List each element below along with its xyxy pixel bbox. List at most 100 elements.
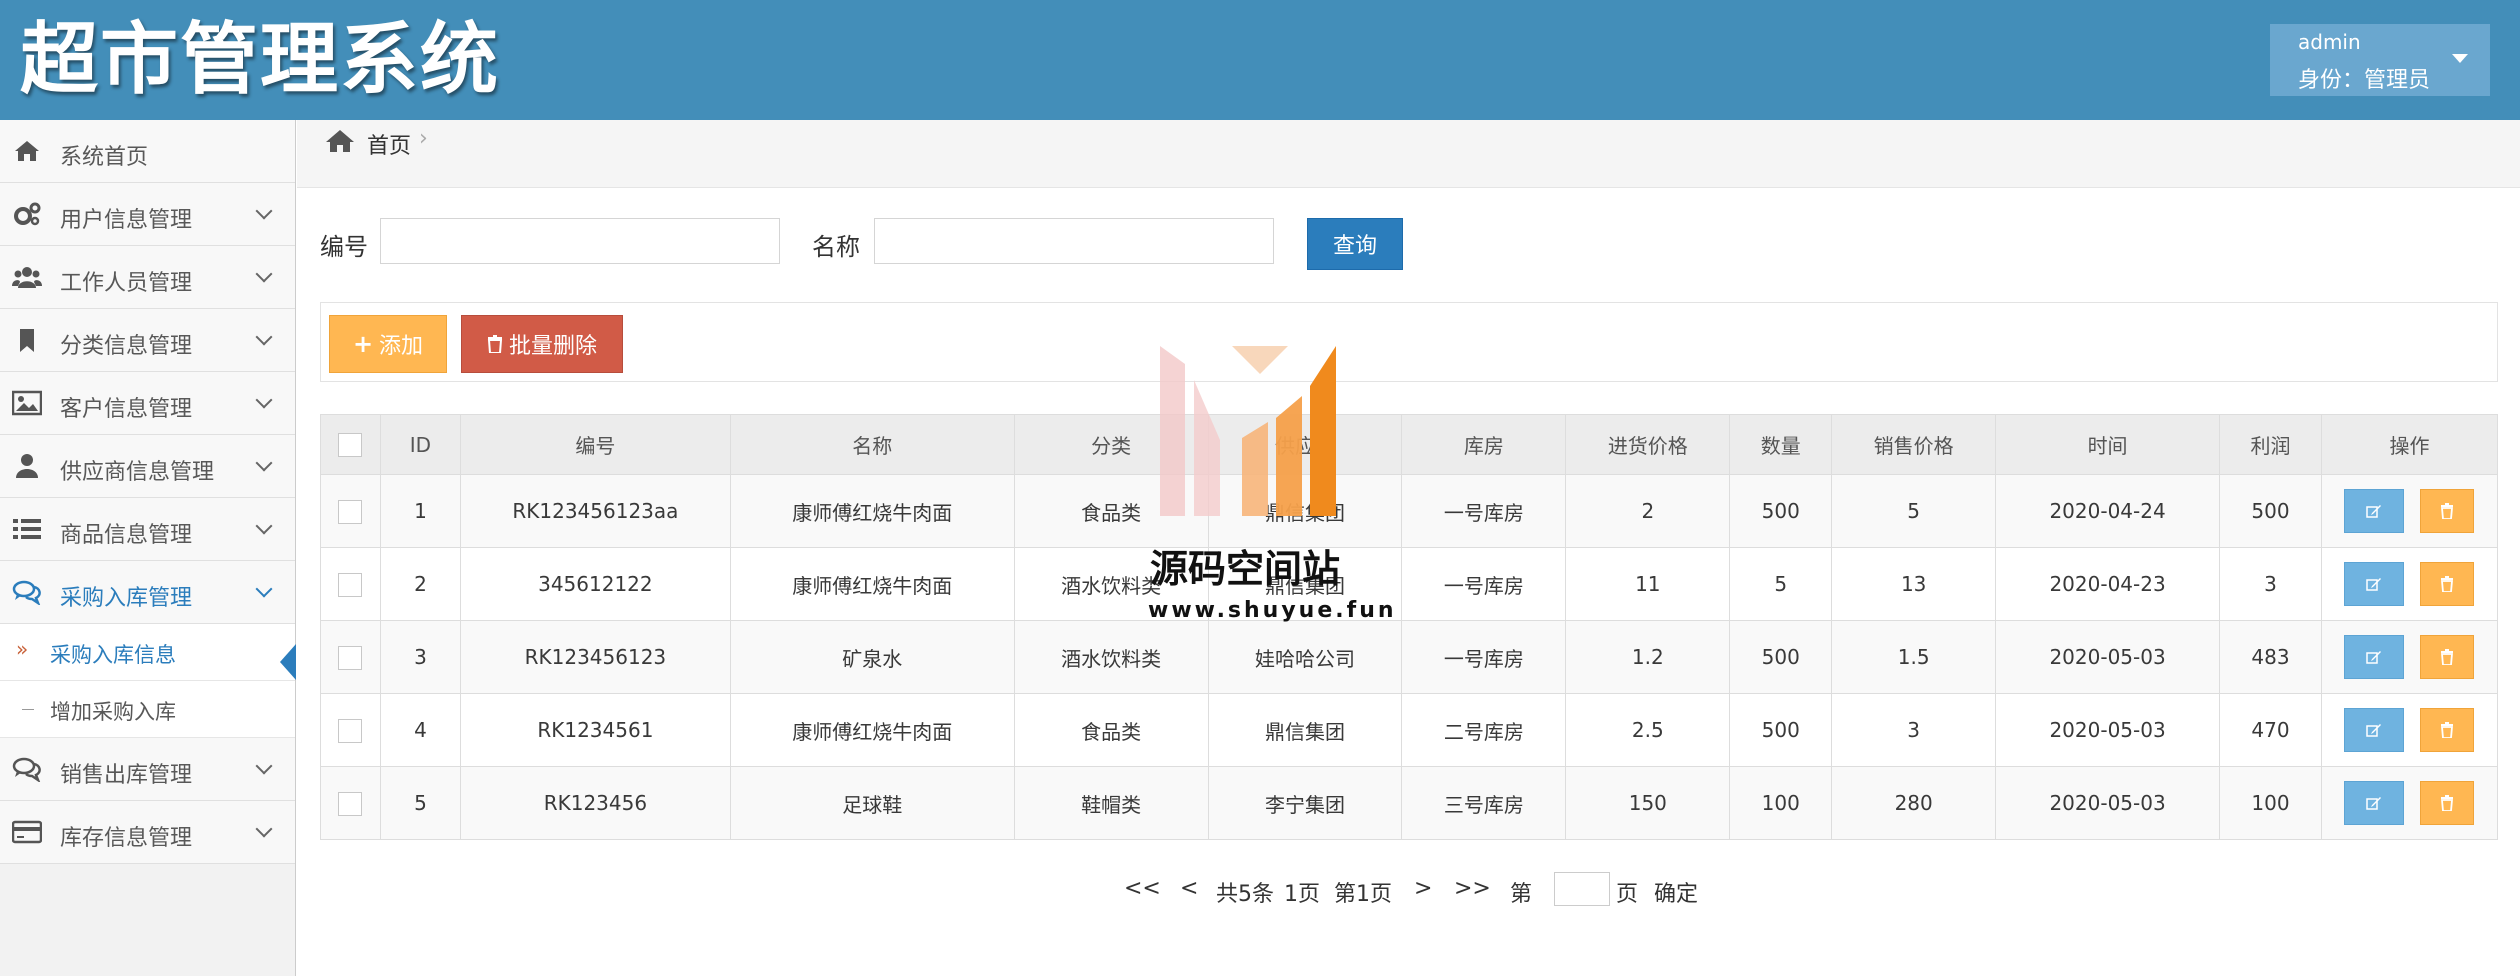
cell-code: 345612122 <box>459 547 731 621</box>
table-row: 2 345612122 康师傅红烧牛肉面 酒水饮料类 鼎信集团 一号库房 11 … <box>320 547 2499 621</box>
chevron-down-icon <box>255 265 273 283</box>
name-label: 名称 <box>812 233 860 261</box>
sidebar-item-product[interactable]: 商品信息管理 <box>0 498 295 561</box>
row-checkbox[interactable] <box>338 645 363 670</box>
sidebar-item-customer[interactable]: 客户信息管理 <box>0 372 295 435</box>
cell-name: 矿泉水 <box>729 620 1015 694</box>
row-checkbox[interactable] <box>338 718 363 743</box>
sidebar-item-label: 用户信息管理 <box>60 208 193 233</box>
sidebar-subitem-label: 采购入库信息 <box>50 643 176 667</box>
chevron-down-icon <box>255 391 273 409</box>
edit-button[interactable] <box>2344 708 2405 752</box>
table-header-row: ID 编号 名称 分类 供应商 库房 进货价格 数量 销售价格 时间 利润 操作 <box>320 414 2499 475</box>
sidebar-subitem-label: 增加采购入库 <box>50 700 176 724</box>
cell-supplier: 娃哈哈公司 <box>1207 620 1403 694</box>
last-page-link[interactable]: >> <box>1454 876 1491 901</box>
cell-id: 2 <box>379 547 461 621</box>
breadcrumb-home-link[interactable]: 首页 <box>367 128 411 160</box>
code-input[interactable] <box>380 218 780 264</box>
edit-button[interactable] <box>2344 781 2405 825</box>
select-all-checkbox[interactable] <box>338 433 363 458</box>
plus-icon: + <box>352 330 374 358</box>
column-header: 利润 <box>2219 414 2322 475</box>
delete-button[interactable] <box>2420 781 2475 825</box>
batch-delete-button[interactable]: 批量删除 <box>461 315 623 373</box>
page-count: 1页 <box>1284 882 1320 907</box>
cell-category: 食品类 <box>1013 693 1209 767</box>
comments-icon <box>12 757 41 782</box>
cell-id: 3 <box>379 620 461 694</box>
cell-sale-price: 280 <box>1831 766 1997 840</box>
cell-quantity: 500 <box>1729 474 1833 548</box>
picture-icon <box>12 390 42 416</box>
edit-button[interactable] <box>2344 562 2405 606</box>
cell-purchase-price: 1.2 <box>1565 620 1731 694</box>
row-checkbox[interactable] <box>338 791 363 816</box>
sidebar-item-staff[interactable]: 工作人员管理 <box>0 246 295 309</box>
current-page: 第1页 <box>1334 882 1392 907</box>
sidebar-item-supplier[interactable]: 供应商信息管理 <box>0 435 295 498</box>
column-header: ID <box>379 414 461 475</box>
sidebar-item-label: 销售出库管理 <box>60 763 193 788</box>
delete-button[interactable] <box>2420 562 2475 606</box>
sidebar-item-label: 系统首页 <box>60 145 149 170</box>
comments-icon <box>12 580 41 605</box>
sidebar-item-label: 工作人员管理 <box>60 271 193 296</box>
delete-button[interactable] <box>2420 708 2475 752</box>
first-page-link[interactable]: << <box>1124 876 1161 901</box>
sidebar-item-label: 分类信息管理 <box>60 334 193 359</box>
sidebar: 系统首页 用户信息管理 工作人员管理 分类信息管理 客户信息管理 供应商信息管理… <box>0 120 296 976</box>
query-button[interactable]: 查询 <box>1307 218 1403 270</box>
cell-time: 2020-05-03 <box>1995 620 2221 694</box>
cell-warehouse: 二号库房 <box>1401 693 1567 767</box>
delete-button[interactable] <box>2420 489 2475 533</box>
sidebar-subitem-add-purchase[interactable]: 增加采购入库 <box>0 681 295 738</box>
page-number-input[interactable] <box>1554 872 1610 906</box>
row-checkbox[interactable] <box>338 572 363 597</box>
row-checkbox[interactable] <box>338 499 363 524</box>
next-page-link[interactable]: > <box>1414 876 1432 901</box>
user-role: 身份：管理员 <box>2298 68 2431 93</box>
edit-button[interactable] <box>2344 635 2405 679</box>
goto-prefix: 第 <box>1510 882 1533 907</box>
confirm-button[interactable]: 确定 <box>1654 876 1698 908</box>
prev-page-link[interactable]: < <box>1180 876 1198 901</box>
column-header: 编号 <box>459 414 731 475</box>
trash-icon <box>2441 503 2454 519</box>
column-header: 分类 <box>1013 414 1209 475</box>
cell-time: 2020-05-03 <box>1995 766 2221 840</box>
cell-purchase-price: 150 <box>1565 766 1731 840</box>
sidebar-item-user-info[interactable]: 用户信息管理 <box>0 183 295 246</box>
sidebar-item-home[interactable]: 系统首页 <box>0 120 295 183</box>
cell-category: 鞋帽类 <box>1013 766 1209 840</box>
user-menu[interactable]: admin 身份：管理员 <box>2270 24 2490 96</box>
sidebar-item-purchase-in[interactable]: 采购入库管理 <box>0 561 295 624</box>
cell-name: 足球鞋 <box>729 766 1015 840</box>
sidebar-subitem-purchase-info[interactable]: » 采购入库信息 <box>0 624 296 681</box>
cell-supplier: 李宁集团 <box>1207 766 1403 840</box>
sidebar-item-sales-out[interactable]: 销售出库管理 <box>0 738 295 801</box>
sidebar-item-category[interactable]: 分类信息管理 <box>0 309 295 372</box>
name-input[interactable] <box>874 218 1274 264</box>
column-header: 库房 <box>1401 414 1567 475</box>
sidebar-item-label: 采购入库管理 <box>60 586 193 611</box>
cell-id: 4 <box>379 693 461 767</box>
sidebar-item-label: 供应商信息管理 <box>60 460 215 485</box>
breadcrumb-separator: › <box>419 126 428 151</box>
gears-icon <box>14 202 41 226</box>
add-button[interactable]: + 添加 <box>329 315 447 373</box>
row-select-cell <box>320 693 381 767</box>
table-row: 3 RK123456123 矿泉水 酒水饮料类 娃哈哈公司 一号库房 1.2 5… <box>320 620 2499 694</box>
chevron-down-icon <box>255 580 273 598</box>
delete-button[interactable] <box>2420 635 2475 679</box>
sidebar-item-label: 客户信息管理 <box>60 397 193 422</box>
edit-button[interactable] <box>2344 489 2405 533</box>
chevron-down-icon <box>255 328 273 346</box>
sidebar-item-inventory[interactable]: 库存信息管理 <box>0 801 295 864</box>
cell-quantity: 500 <box>1729 620 1833 694</box>
edit-icon <box>2366 724 2382 737</box>
table-row: 4 RK1234561 康师傅红烧牛肉面 食品类 鼎信集团 二号库房 2.5 5… <box>320 693 2499 767</box>
cell-name: 康师傅红烧牛肉面 <box>729 693 1015 767</box>
cell-purchase-price: 2 <box>1565 474 1731 548</box>
trash-icon <box>2441 722 2454 738</box>
